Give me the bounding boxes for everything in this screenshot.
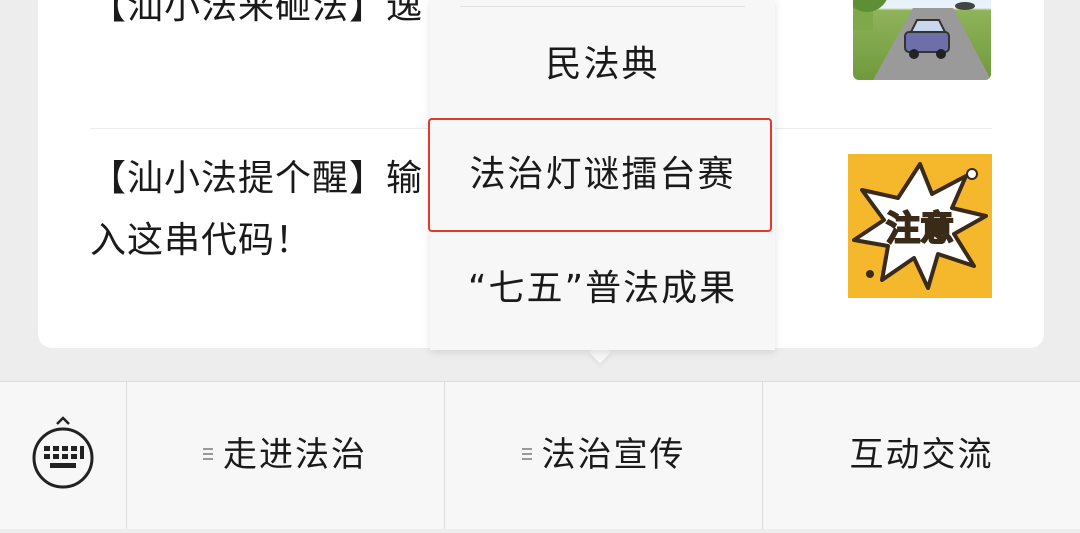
bottom-menu-bar: 走进法治 法治宣传 互动交流 [0,381,1080,529]
attention-illustration: 注意 [848,154,992,298]
menu-item-label: 法治宣传 [541,435,686,475]
submenu-item-legal-education-results[interactable]: “七五”普法成果 [430,232,775,346]
menu-item-legal-publicity[interactable]: 法治宣传 [445,382,763,529]
submenu-popup: 民法典 法治灯谜擂台赛 “七五”普法成果 [428,0,775,350]
menu-item-label: 互动交流 [849,435,994,475]
submenu-indicator-icon [521,447,532,460]
article-title[interactable]: 【汕小法提个醒】输入这串代码！ [90,148,430,272]
article-thumbnail[interactable]: 注意 [848,154,992,298]
article-title[interactable]: 【汕小法来砸法】逸 [90,0,430,38]
keyboard-icon [32,416,94,489]
divider [460,6,745,7]
car-illustration [853,0,991,80]
highlight-box [428,118,772,232]
submenu-indicator-icon [203,447,213,460]
menu-item-enter-rule-of-law[interactable]: 走进法治 [126,382,445,529]
menu-item-interaction[interactable]: 互动交流 [763,382,1080,529]
article-thumbnail[interactable] [853,0,991,80]
submenu-item-civil-code[interactable]: 民法典 [430,8,775,122]
submenu-item-lantern-riddle-contest[interactable]: 法治灯谜擂台赛 [428,118,775,232]
keyboard-toggle-button[interactable] [0,382,127,529]
attention-label: 注意 [886,209,954,249]
menu-item-label: 走进法治 [223,435,367,475]
